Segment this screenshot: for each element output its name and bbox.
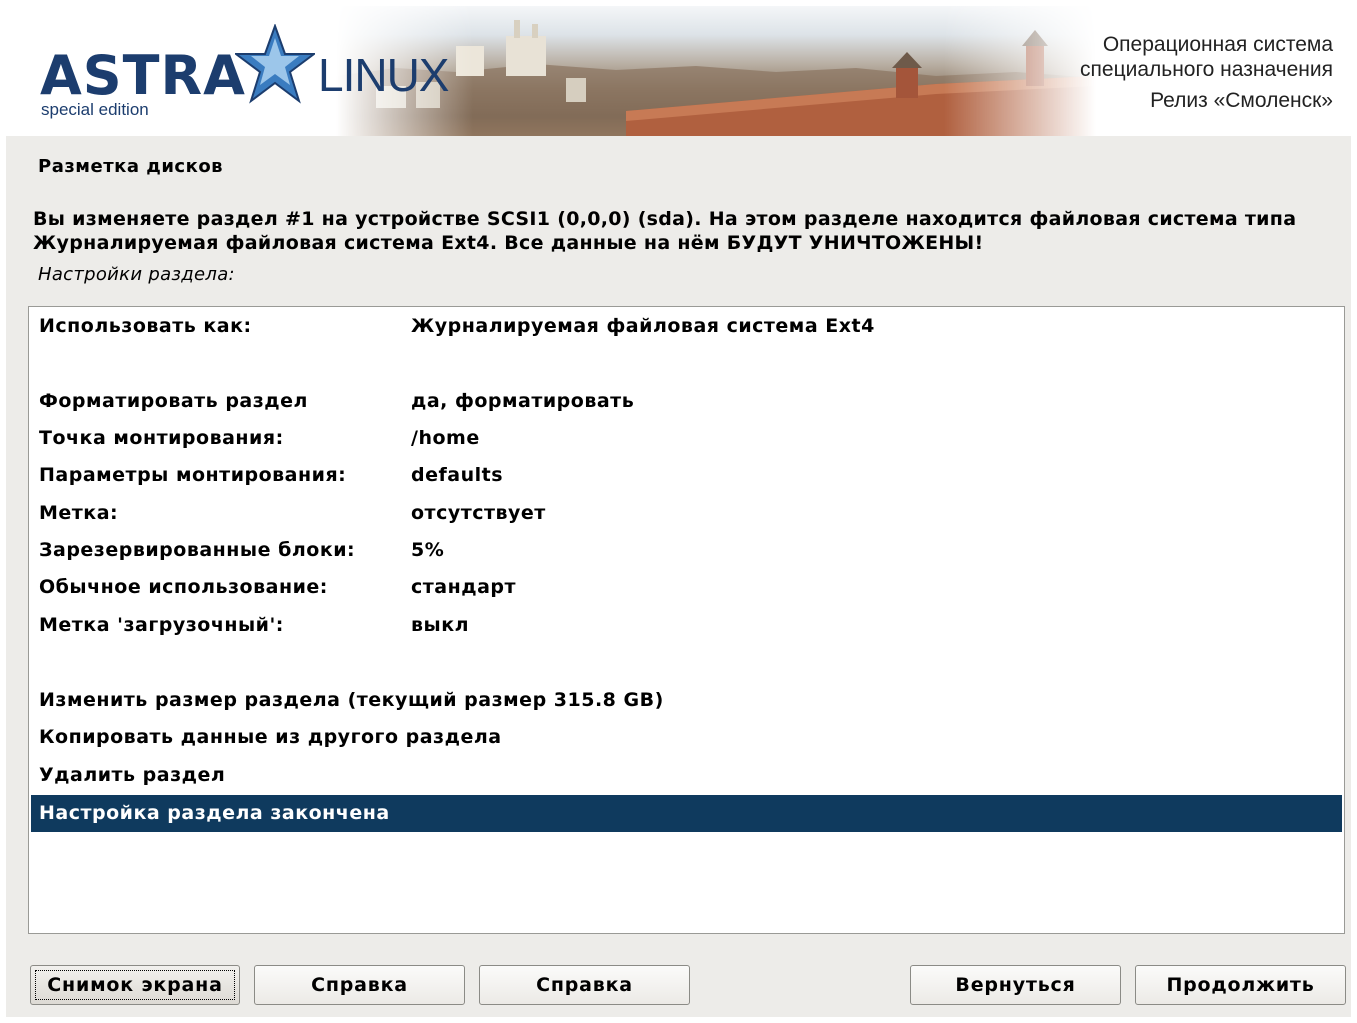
list-item-delete-partition[interactable]: Удалить раздел <box>31 757 1342 794</box>
setting-key: Метка 'загрузочный': <box>39 614 284 636</box>
list-item-reserved-blocks[interactable]: Зарезервированные блоки: 5% <box>31 532 1342 569</box>
action-label: Изменить размер раздела (текущий размер … <box>39 689 664 711</box>
setting-key: Зарезервированные блоки: <box>39 539 356 561</box>
astra-logo-text: ASTRA <box>40 44 246 107</box>
setting-key: Метка: <box>39 502 119 524</box>
setting-value: /home <box>411 427 480 449</box>
action-label: Удалить раздел <box>39 764 226 786</box>
linux-logo-text: LINUX <box>318 49 449 101</box>
tagline-line-2: специального назначения <box>1080 58 1333 81</box>
setting-value: да, форматировать <box>411 390 635 412</box>
settings-subtitle: Настройки раздела: <box>38 264 235 285</box>
setting-value: стандарт <box>411 576 517 598</box>
header-banner: ASTRA LINUX special edition Операционная… <box>6 6 1351 136</box>
star-logo-icon <box>235 24 315 104</box>
help-button-2[interactable]: Справка <box>479 965 690 1005</box>
list-item-mount-point[interactable]: Точка монтирования: /home <box>31 420 1342 457</box>
list-item-resize-partition[interactable]: Изменить размер раздела (текущий размер … <box>31 682 1342 719</box>
setting-value: отсутствует <box>411 502 546 524</box>
list-item-copy-data[interactable]: Копировать данные из другого раздела <box>31 719 1342 756</box>
list-item-label[interactable]: Метка: отсутствует <box>31 495 1342 532</box>
help-button[interactable]: Справка <box>254 965 465 1005</box>
list-item-format[interactable]: Форматировать раздел да, форматировать <box>31 383 1342 420</box>
list-item-typical-usage[interactable]: Обычное использование: стандарт <box>31 569 1342 606</box>
page-title: Разметка дисков <box>38 156 224 177</box>
setting-value: 5% <box>411 539 445 561</box>
setting-key: Параметры монтирования: <box>39 464 347 486</box>
setting-key: Точка монтирования: <box>39 427 284 449</box>
setting-key: Использовать как: <box>39 315 252 337</box>
setting-key: Форматировать раздел <box>39 390 308 412</box>
release-name: Релиз «Смоленск» <box>1150 89 1333 112</box>
action-label: Копировать данные из другого раздела <box>39 726 502 748</box>
list-item-done-setting-up[interactable]: Настройка раздела закончена <box>31 795 1342 832</box>
setting-key: Обычное использование: <box>39 576 328 598</box>
partition-description: Вы изменяете раздел #1 на устройстве SCS… <box>33 208 1297 254</box>
continue-button[interactable]: Продолжить <box>1135 965 1346 1005</box>
tagline-line-1: Операционная система <box>1102 33 1333 56</box>
screenshot-button[interactable]: Снимок экрана <box>30 965 240 1005</box>
list-item-bootable-flag[interactable]: Метка 'загрузочный': выкл <box>31 607 1342 644</box>
setting-value: defaults <box>411 464 504 486</box>
list-item-use-as[interactable]: Использовать как: Журналируемая файловая… <box>31 308 1342 345</box>
city-panorama-image <box>336 6 1096 136</box>
logo-edition-text: special edition <box>41 100 149 119</box>
partition-settings-list[interactable]: Использовать как: Журналируемая файловая… <box>28 306 1345 934</box>
list-item-mount-options[interactable]: Параметры монтирования: defaults <box>31 457 1342 494</box>
setting-value: Журналируемая файловая система Ext4 <box>411 315 875 337</box>
setting-value: выкл <box>411 614 470 636</box>
action-label: Настройка раздела закончена <box>39 802 390 824</box>
release-tagline: Операционная система специального назнач… <box>1080 32 1333 113</box>
back-button[interactable]: Вернуться <box>910 965 1121 1005</box>
